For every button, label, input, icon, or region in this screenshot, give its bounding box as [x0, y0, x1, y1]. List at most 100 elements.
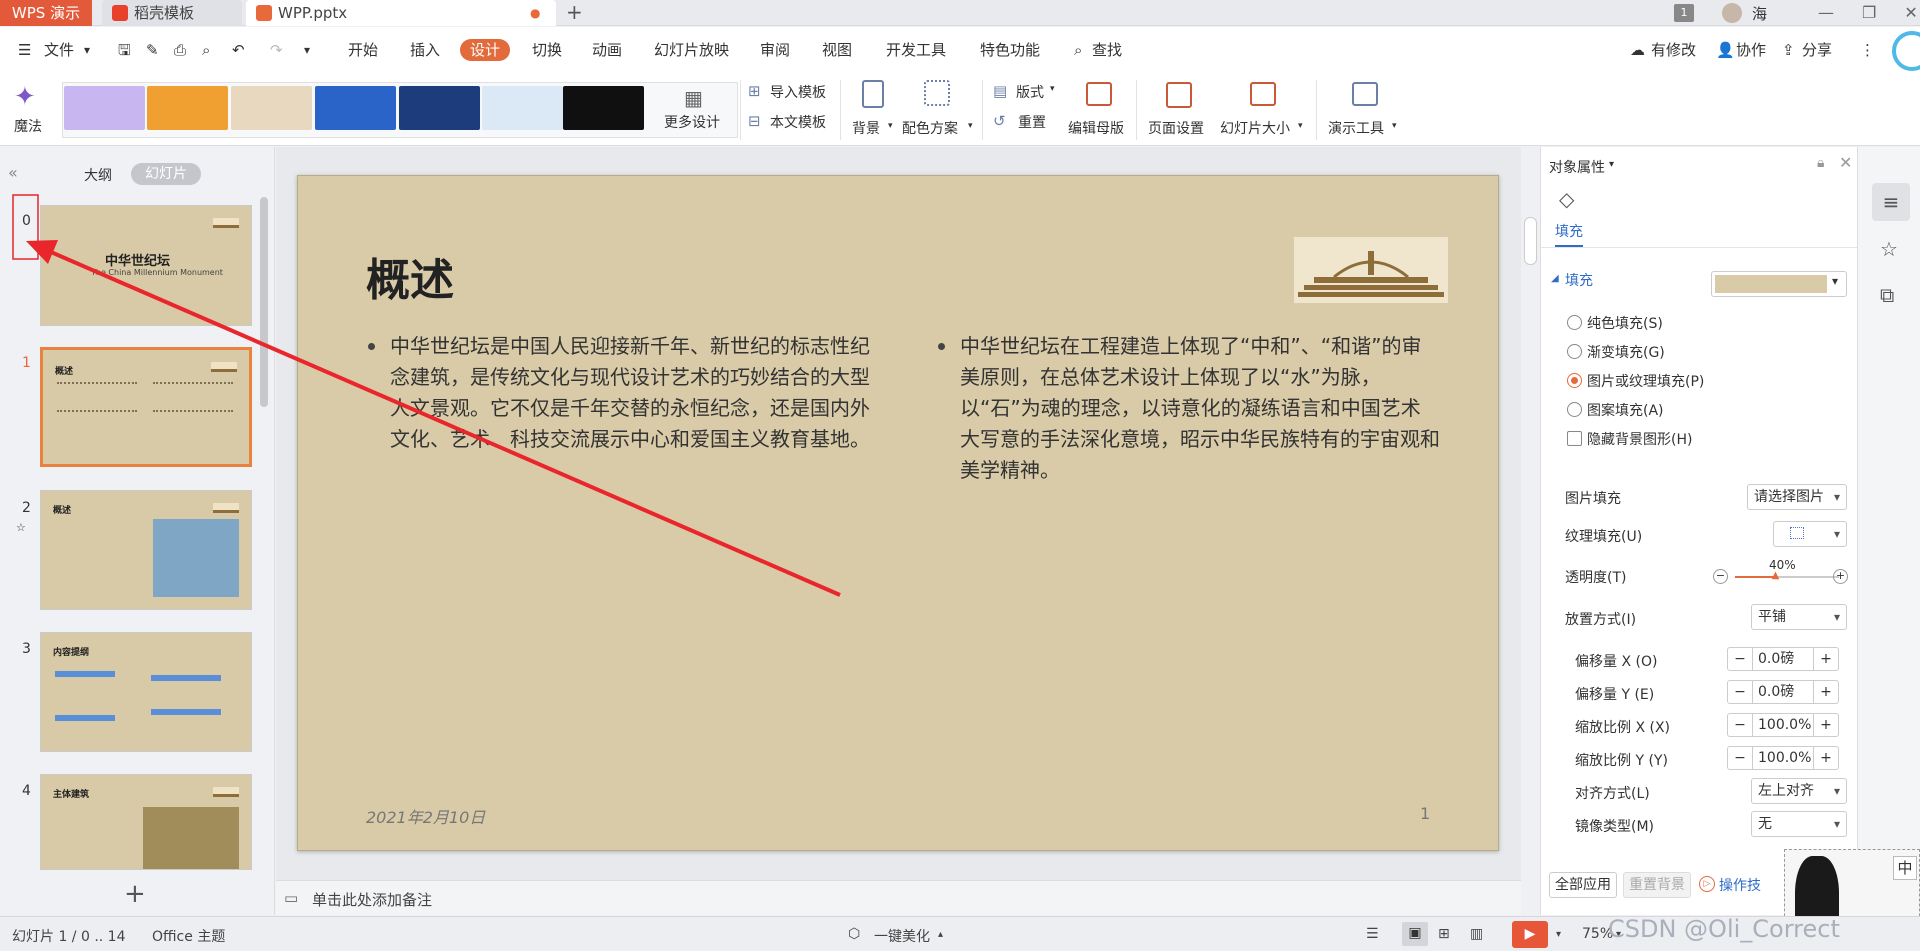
- tips-link[interactable]: 操作技: [1719, 875, 1761, 895]
- radio-label[interactable]: 渐变填充(G): [1587, 342, 1665, 362]
- collapse-icon[interactable]: ◢: [1551, 273, 1559, 284]
- sorter-view-icon[interactable]: ⊞: [1438, 926, 1450, 942]
- slide-thumbnail[interactable]: 内容提纲: [40, 632, 252, 752]
- new-tab-button[interactable]: +: [566, 0, 583, 24]
- minimize-icon[interactable]: —: [1818, 3, 1834, 22]
- radio-solid-fill[interactable]: [1567, 315, 1582, 330]
- theme-thumb[interactable]: [64, 86, 145, 130]
- stepper-value[interactable]: 100.0%: [1752, 714, 1814, 736]
- fill-preview-dropdown[interactable]: ▾: [1711, 271, 1847, 297]
- reading-view-icon[interactable]: ▥: [1470, 926, 1483, 942]
- radio-picture-fill[interactable]: [1567, 373, 1582, 388]
- content-column-right[interactable]: 中华世纪坛在工程建造上体现了“中和”、“和谐”的审美原则，在总体艺术设计上体现了…: [938, 331, 1440, 486]
- slide-thumbnail[interactable]: 中华世纪坛 The China Millennium Monument: [40, 205, 252, 326]
- chevron-down-icon[interactable]: ▾: [1298, 121, 1303, 131]
- notes-toggle-icon[interactable]: ☰: [1366, 926, 1379, 942]
- slide-page-number[interactable]: 1: [1420, 804, 1430, 823]
- scrollbar[interactable]: [260, 197, 268, 407]
- ime-mode[interactable]: 中: [1893, 856, 1917, 880]
- theme-thumb[interactable]: [147, 86, 228, 130]
- grid-icon[interactable]: ▦: [684, 86, 703, 110]
- menu-slideshow[interactable]: 幻灯片放映: [654, 39, 729, 61]
- avatar[interactable]: [1722, 3, 1742, 23]
- properties-icon[interactable]: ≡: [1872, 183, 1910, 221]
- menu-animation[interactable]: 动画: [592, 39, 622, 61]
- menu-icon[interactable]: ☰: [18, 39, 31, 61]
- radio-label[interactable]: 图案填充(A): [1587, 400, 1664, 420]
- close-icon[interactable]: ✕: [1839, 153, 1852, 172]
- close-icon[interactable]: ✕: [1904, 3, 1917, 22]
- restore-icon[interactable]: ❐: [1862, 3, 1876, 22]
- slide-date[interactable]: 2021年2月10日: [366, 804, 485, 828]
- decrease-button[interactable]: −: [1728, 648, 1752, 670]
- play-slideshow-button[interactable]: ▶: [1512, 921, 1548, 948]
- menu-view[interactable]: 视图: [822, 39, 852, 61]
- transition-icon[interactable]: ⧉: [1880, 283, 1894, 307]
- more-design-button[interactable]: 更多设计: [664, 112, 720, 132]
- page-badge[interactable]: 1: [1674, 4, 1694, 22]
- slide[interactable]: 概述 中华世纪坛是中国人民迎接新千年、新世纪的标志性纪念建筑，是传统文化与现代设…: [297, 175, 1499, 851]
- content-column-left[interactable]: 中华世纪坛是中国人民迎接新千年、新世纪的标志性纪念建筑，是传统文化与现代设计艺术…: [368, 331, 870, 455]
- mirror-dropdown[interactable]: 无: [1751, 811, 1847, 837]
- animation-icon[interactable]: ☆: [1880, 237, 1898, 261]
- background-button[interactable]: 背景: [852, 118, 880, 138]
- increase-button[interactable]: +: [1814, 747, 1838, 769]
- presentation-tools-button[interactable]: 演示工具: [1328, 118, 1384, 138]
- hide-bg-checkbox[interactable]: [1567, 431, 1582, 446]
- tab-fill[interactable]: 填充: [1555, 221, 1583, 247]
- format-painter-icon[interactable]: ✎: [146, 39, 159, 61]
- theme-thumb[interactable]: [231, 86, 312, 130]
- chevron-down-icon[interactable]: ▾: [968, 121, 973, 131]
- placement-dropdown[interactable]: 平铺: [1751, 604, 1847, 630]
- decrease-button[interactable]: −: [1713, 569, 1728, 584]
- stepper-value[interactable]: 0.0磅: [1752, 681, 1814, 703]
- layout-button[interactable]: 版式: [1016, 82, 1044, 102]
- print-icon[interactable]: ⎙: [174, 39, 186, 61]
- redo-icon[interactable]: ↷: [270, 39, 283, 61]
- tab-slides[interactable]: 幻灯片: [131, 163, 201, 185]
- lock-icon[interactable]: 🔒︎: [1817, 155, 1824, 171]
- align-dropdown[interactable]: 左上对齐: [1751, 778, 1847, 804]
- share-button[interactable]: 分享: [1802, 39, 1832, 61]
- checkbox-label[interactable]: 隐藏背景图形(H): [1587, 429, 1692, 449]
- file-menu[interactable]: 文件: [44, 39, 74, 61]
- menu-review[interactable]: 审阅: [760, 39, 790, 61]
- collaborate-button[interactable]: 协作: [1736, 39, 1766, 61]
- decrease-button[interactable]: −: [1728, 714, 1752, 736]
- offset-x-stepper[interactable]: −0.0磅 +: [1727, 647, 1839, 671]
- color-scheme-button[interactable]: 配色方案: [902, 118, 958, 138]
- offset-y-stepper[interactable]: −0.0磅 +: [1727, 680, 1839, 704]
- radio-label[interactable]: 纯色填充(S): [1587, 313, 1663, 333]
- increase-button[interactable]: +: [1833, 569, 1848, 584]
- wps-app-button[interactable]: WPS 演示: [0, 0, 92, 26]
- chevron-up-icon[interactable]: ▴: [938, 929, 943, 940]
- tab-daoke-template[interactable]: 稻壳模板: [102, 0, 242, 26]
- notes-placeholder[interactable]: 单击此处添加备注: [312, 889, 432, 910]
- chevron-down-icon[interactable]: ▾: [1050, 84, 1055, 94]
- search-button[interactable]: 查找: [1092, 39, 1122, 61]
- chevron-down-icon[interactable]: ▾: [1392, 121, 1397, 131]
- stepper-value[interactable]: 100.0%: [1752, 747, 1814, 769]
- scale-x-stepper[interactable]: −100.0% +: [1727, 713, 1839, 737]
- decrease-button[interactable]: −: [1728, 747, 1752, 769]
- slide-title[interactable]: 概述: [366, 244, 454, 308]
- magic-button[interactable]: 魔法: [14, 116, 42, 136]
- more-options-icon[interactable]: ⋮: [1860, 39, 1875, 61]
- play-tips-icon[interactable]: ▷: [1699, 876, 1715, 892]
- fill-bucket-icon[interactable]: ◇: [1559, 187, 1574, 211]
- transparency-slider[interactable]: ▲: [1735, 570, 1839, 581]
- slide-size-button[interactable]: 幻灯片大小: [1220, 118, 1290, 138]
- normal-view-icon[interactable]: ▣: [1402, 922, 1428, 946]
- search-icon[interactable]: ⌕: [1074, 39, 1082, 61]
- menu-insert[interactable]: 插入: [410, 39, 440, 61]
- chevron-down-icon[interactable]: ▾: [1556, 929, 1561, 940]
- radio-gradient-fill[interactable]: [1567, 344, 1582, 359]
- theme-thumb[interactable]: [482, 86, 563, 130]
- canvas-scrollbar[interactable]: [1521, 147, 1540, 880]
- stepper-value[interactable]: 0.0磅: [1752, 648, 1814, 670]
- increase-button[interactable]: +: [1814, 714, 1838, 736]
- slide-thumbnail-selected[interactable]: 概述: [40, 347, 252, 467]
- save-icon[interactable]: 🖫: [118, 39, 131, 61]
- scale-y-stepper[interactable]: −100.0% +: [1727, 746, 1839, 770]
- quick-access-more-icon[interactable]: ▾: [304, 39, 310, 61]
